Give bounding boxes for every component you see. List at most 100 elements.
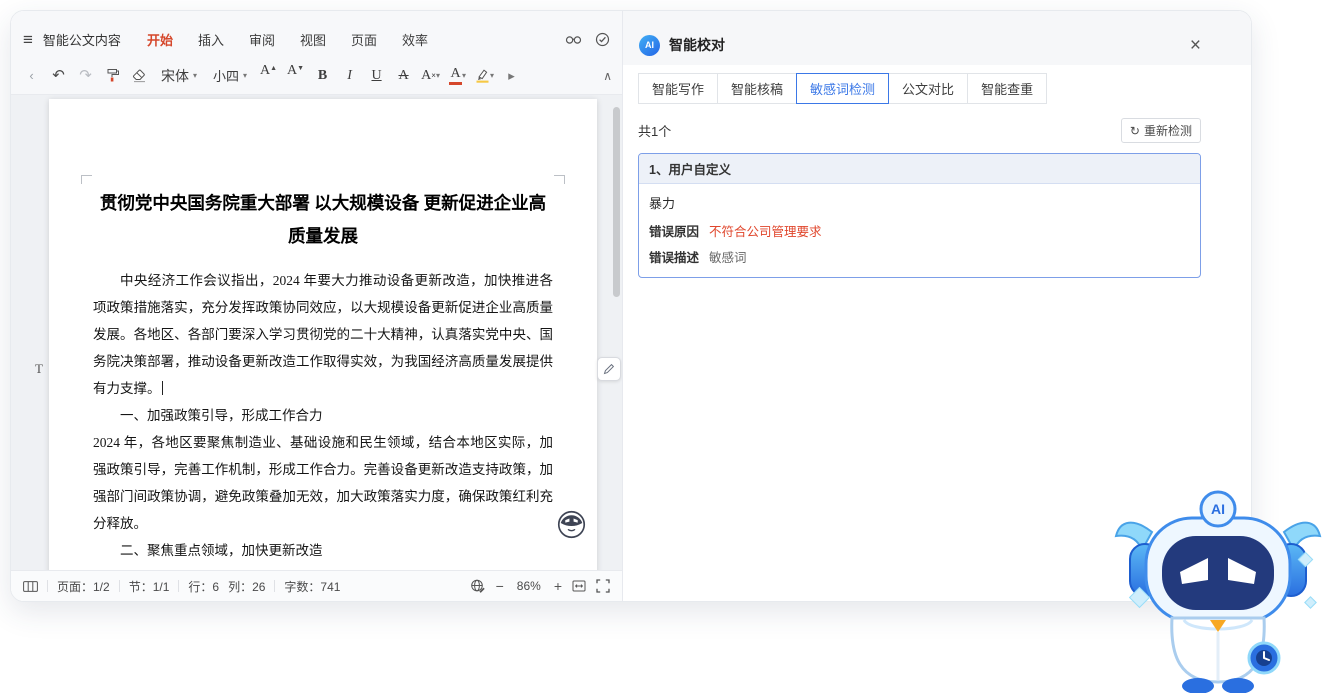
status-column: 列：26 bbox=[228, 579, 266, 594]
comment-edit-icon[interactable] bbox=[597, 357, 621, 381]
menu-tab-insert[interactable]: 插入 bbox=[198, 30, 224, 49]
error-desc-row: 错误描述 敏感词 bbox=[649, 247, 1190, 266]
result-count-row: 共1个 ↻ 重新检测 bbox=[638, 118, 1201, 143]
zoom-level[interactable]: 86% bbox=[514, 579, 544, 593]
ai-logo-icon: AI bbox=[639, 34, 660, 56]
status-line: 行：6 bbox=[188, 579, 220, 594]
app-window: ≡ 智能公文内容 开始 插入 审阅 视图 页面 效率 ‹ ↶ ↷ 宋体 ▾ 小四… bbox=[10, 10, 1252, 602]
language-globe-icon[interactable] bbox=[470, 578, 486, 594]
margin-mark-right bbox=[554, 175, 565, 184]
down-triangle-icon: ▼ bbox=[297, 64, 305, 72]
bold-button[interactable]: B bbox=[312, 64, 333, 88]
reading-glasses-icon[interactable] bbox=[565, 33, 582, 45]
fullscreen-icon[interactable] bbox=[596, 579, 610, 593]
chevron-down-icon: ▾ bbox=[462, 70, 467, 80]
font-family-value: 宋体 bbox=[161, 69, 189, 85]
error-reason-value: 不符合公司管理要求 bbox=[709, 225, 822, 239]
chevron-left-icon[interactable]: ‹ bbox=[21, 64, 42, 88]
document-heading: 贯彻党中央国务院重大部署 以大规模设备 更新促进企业高质量发展 bbox=[99, 193, 547, 246]
superscript-label: A bbox=[421, 67, 432, 83]
more-tools-icon[interactable]: ▸ bbox=[501, 64, 522, 88]
font-family-select[interactable]: 宋体 ▾ bbox=[156, 64, 202, 88]
menu-tab-home[interactable]: 开始 bbox=[147, 30, 173, 49]
zoom-out-button[interactable]: − bbox=[496, 579, 504, 593]
close-icon[interactable]: × bbox=[1190, 36, 1201, 55]
status-section: 节：1/1 bbox=[128, 579, 170, 594]
menu-tab-efficiency[interactable]: 效率 bbox=[402, 30, 428, 49]
underline-button[interactable]: U bbox=[366, 64, 387, 88]
divider bbox=[274, 580, 276, 592]
margin-mark-left bbox=[81, 175, 92, 184]
tab-plagiarism[interactable]: 智能查重 bbox=[967, 73, 1048, 104]
font-color-swatch bbox=[449, 81, 463, 85]
tab-smart-review[interactable]: 智能核稿 bbox=[717, 73, 798, 104]
chevron-down-icon: ▾ bbox=[435, 70, 440, 80]
divider bbox=[118, 580, 120, 592]
format-painter-icon[interactable] bbox=[102, 64, 123, 88]
error-reason-label: 错误原因 bbox=[649, 225, 700, 239]
mascot-robot: AI bbox=[1112, 478, 1322, 694]
error-desc-value: 敏感词 bbox=[709, 251, 747, 265]
editor-pane: ≡ 智能公文内容 开始 插入 审阅 视图 页面 效率 ‹ ↶ ↷ 宋体 ▾ 小四… bbox=[11, 11, 623, 601]
fit-page-icon[interactable] bbox=[572, 579, 586, 593]
mascot-badge-text: AI bbox=[1211, 501, 1225, 517]
statusbar-right: − 86% + bbox=[470, 578, 610, 594]
card-body: 暴力 错误原因 不符合公司管理要求 错误描述 敏感词 bbox=[639, 184, 1200, 277]
font-color-button[interactable]: A ▾ bbox=[447, 64, 468, 88]
divider bbox=[178, 580, 180, 592]
document-scrollbar[interactable] bbox=[613, 99, 620, 566]
ai-panel-body: 智能写作 智能核稿 敏感词检测 公文对比 智能查重 共1个 ↻ 重新检测 1、用… bbox=[623, 65, 1251, 278]
menu-bar: ≡ 智能公文内容 开始 插入 审阅 视图 页面 效率 bbox=[11, 11, 622, 57]
increase-font-label: A bbox=[260, 62, 271, 78]
superscript-button[interactable]: A × ▾ bbox=[420, 64, 441, 88]
menu-tab-review[interactable]: 审阅 bbox=[249, 30, 275, 49]
redetect-button[interactable]: ↻ 重新检测 bbox=[1120, 118, 1201, 143]
assistant-face-icon[interactable] bbox=[557, 510, 586, 539]
error-desc-label: 错误描述 bbox=[649, 251, 700, 265]
tab-smart-writing[interactable]: 智能写作 bbox=[638, 73, 719, 104]
ribbon-tabs: 开始 插入 审阅 视图 页面 效率 bbox=[147, 30, 428, 49]
status-wordcount[interactable]: 字数：741 bbox=[284, 578, 340, 595]
ai-panel-title: 智能校对 bbox=[669, 37, 725, 53]
paragraph: 一、加强政策引导，形成工作合力 bbox=[120, 408, 323, 423]
strikethrough-button[interactable]: A bbox=[393, 64, 414, 88]
sensitive-word-card[interactable]: 1、用户自定义 暴力 错误原因 不符合公司管理要求 错误描述 敏感词 bbox=[638, 153, 1201, 278]
zoom-in-button[interactable]: + bbox=[554, 579, 562, 593]
paragraph: 二、聚焦重点领域，加快更新改造 bbox=[120, 543, 323, 558]
scrollbar-thumb[interactable] bbox=[613, 107, 620, 297]
menu-tab-page[interactable]: 页面 bbox=[351, 30, 377, 49]
layout-grid-icon[interactable] bbox=[23, 580, 38, 592]
redetect-label: 重新检测 bbox=[1143, 124, 1192, 138]
up-triangle-icon: ▲ bbox=[270, 64, 278, 72]
status-page[interactable]: 页面：1/2 bbox=[57, 578, 110, 595]
text-cursor bbox=[161, 381, 163, 395]
paragraph-text: 中央经济工作会议指出，2024 年要大力推动设备更新改造，加快推进各项政策措施落… bbox=[93, 273, 553, 396]
italic-button[interactable]: I bbox=[339, 64, 360, 88]
chevron-down-icon: ▾ bbox=[193, 71, 198, 80]
hamburger-menu-icon[interactable]: ≡ bbox=[23, 31, 33, 48]
font-color-label: A bbox=[450, 65, 461, 81]
menubar-right-icons bbox=[565, 32, 610, 47]
undo-icon[interactable]: ↶ bbox=[48, 64, 69, 88]
tab-sensitive-words[interactable]: 敏感词检测 bbox=[796, 73, 890, 104]
refresh-icon: ↻ bbox=[1129, 123, 1140, 138]
error-reason-row: 错误原因 不符合公司管理要求 bbox=[649, 221, 1190, 240]
tab-doc-compare[interactable]: 公文对比 bbox=[888, 73, 969, 104]
eraser-icon[interactable] bbox=[129, 64, 150, 88]
ai-panel-tabs: 智能写作 智能核稿 敏感词检测 公文对比 智能查重 bbox=[638, 73, 1201, 104]
redo-icon[interactable]: ↷ bbox=[75, 64, 96, 88]
increase-font-button[interactable]: A ▲ bbox=[258, 62, 279, 88]
highlight-button[interactable]: ▾ bbox=[474, 64, 495, 88]
sensitive-word: 暴力 bbox=[649, 196, 676, 211]
card-header: 1、用户自定义 bbox=[639, 154, 1200, 184]
font-size-value: 小四 bbox=[213, 69, 240, 84]
document-title: 智能公文内容 bbox=[42, 32, 121, 48]
decrease-font-button[interactable]: A ▼ bbox=[285, 63, 306, 88]
document-page[interactable]: 贯彻党中央国务院重大部署 以大规模设备 更新促进企业高质量发展 中央经济工作会议… bbox=[49, 99, 597, 570]
collapse-ribbon-icon[interactable]: ∧ bbox=[603, 69, 612, 83]
font-size-select[interactable]: 小四 ▾ bbox=[208, 64, 252, 88]
status-bar: 页面：1/2 节：1/1 行：6 列：26 字数：741 − 86% + bbox=[11, 570, 622, 601]
check-circle-icon[interactable] bbox=[595, 32, 610, 47]
menu-tab-view[interactable]: 视图 bbox=[300, 30, 326, 49]
paragraph: 中央经济工作会议指出，2024 年要大力推动设备更新改造，加快推进各项政策措施落… bbox=[93, 267, 553, 402]
